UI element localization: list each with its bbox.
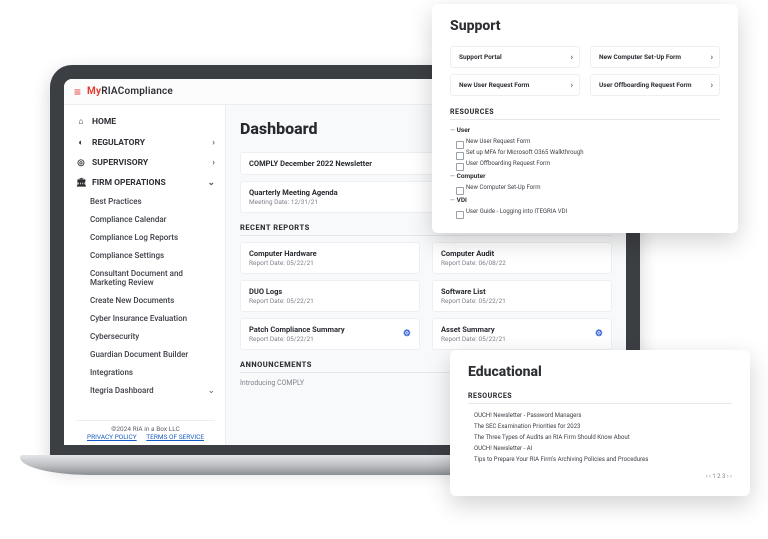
nav-home[interactable]: ⌂ HOME <box>76 111 215 132</box>
nav-firm-operations-label: FIRM OPERATIONS <box>92 178 166 188</box>
report-title: Computer Audit <box>441 249 494 258</box>
tree-item[interactable]: New User Request Form <box>450 136 720 147</box>
report-title: DUO Logs <box>249 287 282 296</box>
sidebar-item[interactable]: Cyber Insurance Evaluation <box>90 310 215 326</box>
report-title: Asset Summary <box>441 325 495 334</box>
educational-panel: Educational RESOURCES OUCH! Newsletter -… <box>450 350 750 496</box>
report-sub: Report Date: 06/08/22 <box>441 259 603 267</box>
newsletter-title: COMPLY December 2022 Newsletter <box>249 159 372 168</box>
sidebar-item[interactable]: Best Practices <box>90 193 215 209</box>
brand-part2: RIA <box>101 86 118 97</box>
meeting-title: Quarterly Meeting Agenda <box>249 188 338 197</box>
report-title: Software List <box>441 287 486 296</box>
home-icon: ⌂ <box>76 116 86 127</box>
sidebar-item[interactable]: Integrations <box>90 364 215 380</box>
resource-link[interactable]: The Three Types of Audits an RIA Firm Sh… <box>468 432 732 443</box>
sidebar-item[interactable]: Cybersecurity <box>90 328 215 344</box>
sidebar-item[interactable]: Compliance Calendar <box>90 211 215 227</box>
sidebar-footer: ©2024 RIA in a Box LLC PRIVACY POLICY TE… <box>76 420 215 441</box>
educational-title: Educational <box>468 364 732 380</box>
nav-home-label: HOME <box>92 117 116 127</box>
report-card[interactable]: Software ListReport Date: 05/22/21 <box>432 280 612 312</box>
brand-part1: My <box>87 86 101 97</box>
brand-logo[interactable]: MyRIACompliance <box>87 86 173 97</box>
building-icon: 🏛 <box>76 178 86 188</box>
privacy-link[interactable]: PRIVACY POLICY <box>87 433 137 441</box>
report-title: Computer Hardware <box>249 249 317 258</box>
chevron-right-icon: › <box>711 53 713 62</box>
support-card-label: Support Portal <box>459 53 502 61</box>
chevron-down-icon: ⌄ <box>207 386 215 396</box>
tree-item[interactable]: New Computer Set-Up Form <box>450 182 720 193</box>
report-sub: Report Date: 05/22/21 <box>441 297 603 305</box>
report-card[interactable]: Patch Compliance SummaryReport Date: 05/… <box>240 318 420 350</box>
brand-part3: Compliance <box>118 86 173 97</box>
chevron-right-icon: › <box>212 158 215 168</box>
sidebar-item[interactable]: Consultant Document and Marketing Review <box>90 265 215 290</box>
support-resources-heading: RESOURCES <box>450 108 720 120</box>
support-card[interactable]: User Offboarding Request Form › <box>590 74 720 96</box>
support-card[interactable]: New Computer Set-Up Form › <box>590 46 720 68</box>
resource-link[interactable]: OUCH! Newsletter - AI <box>468 443 732 454</box>
report-card[interactable]: Computer HardwareReport Date: 05/22/21 <box>240 242 420 274</box>
tree-group-user[interactable]: User <box>450 126 720 134</box>
pager[interactable]: ‹ ‹ 1 2 3 › › <box>468 473 732 480</box>
support-card-label: New Computer Set-Up Form <box>599 53 681 61</box>
report-card[interactable]: Asset SummaryReport Date: 05/22/21⚙ <box>432 318 612 350</box>
resource-link[interactable]: The SEC Examination Priorities for 2023 <box>468 421 732 432</box>
support-panel: Support Support Portal › New Computer Set… <box>432 4 738 233</box>
terms-link[interactable]: TERMS OF SERVICE <box>146 433 204 441</box>
report-card[interactable]: DUO LogsReport Date: 05/22/21 <box>240 280 420 312</box>
sidebar-item-label: Itegria Dashboard <box>90 386 154 395</box>
chevron-right-icon: › <box>212 138 215 148</box>
tree-group-vdi[interactable]: VDI <box>450 196 720 204</box>
sidebar-item[interactable]: Itegria Dashboard ⌄ <box>90 382 215 399</box>
tree-item[interactable]: Set up MFA for Microsoft O365 Walkthroug… <box>450 147 720 158</box>
tree-item[interactable]: User Guide - Logging into ITEGRIA VDI <box>450 206 720 217</box>
support-card[interactable]: Support Portal › <box>450 46 580 68</box>
nav-regulatory-label: REGULATORY <box>92 138 145 148</box>
chevron-right-icon: › <box>571 81 573 90</box>
support-card-label: New User Request Form <box>459 81 529 89</box>
nav-supervisory-label: SUPERVISORY <box>92 158 148 168</box>
support-title: Support <box>450 18 720 34</box>
chevron-right-icon: › <box>711 81 713 90</box>
chevron-right-icon: › <box>571 53 573 62</box>
sidebar-item[interactable]: Compliance Settings <box>90 247 215 263</box>
resource-link[interactable]: Tips to Prepare Your RIA Firm's Archivin… <box>468 454 732 465</box>
nav-supervisory[interactable]: ◎ SUPERVISORY › <box>76 153 215 173</box>
nav-regulatory[interactable]: ◐ REGULATORY › <box>76 132 215 153</box>
report-sub: Report Date: 05/22/21 <box>249 297 411 305</box>
tree-item[interactable]: User Offboarding Request Form <box>450 158 720 169</box>
gear-icon[interactable]: ⚙ <box>403 329 411 339</box>
gear-icon[interactable]: ⚙ <box>595 329 603 339</box>
sidebar-item[interactable]: Compliance Log Reports <box>90 229 215 245</box>
nav-firm-operations[interactable]: 🏛 FIRM OPERATIONS ⌄ <box>76 173 215 193</box>
shield-icon: ◐ <box>76 137 86 148</box>
resource-link[interactable]: OUCH! Newsletter - Password Managers <box>468 410 732 421</box>
sidebar: ⌂ HOME ◐ REGULATORY › ◎ SUPERVISORY › 🏛 FIRM O… <box>64 105 226 445</box>
sidebar-item[interactable]: Guardian Document Builder <box>90 346 215 362</box>
report-title: Patch Compliance Summary <box>249 325 345 334</box>
sidebar-item[interactable]: Create New Documents <box>90 292 215 308</box>
support-card-label: User Offboarding Request Form <box>599 81 692 89</box>
report-sub: Report Date: 05/22/21 <box>441 335 603 343</box>
menu-icon[interactable]: ≡ <box>74 85 81 99</box>
tree-group-computer[interactable]: Computer <box>450 172 720 180</box>
chevron-down-icon: ⌄ <box>207 178 215 188</box>
eye-icon: ◎ <box>76 158 86 168</box>
report-sub: Report Date: 05/22/21 <box>249 335 411 343</box>
support-card[interactable]: New User Request Form › <box>450 74 580 96</box>
report-card[interactable]: Computer AuditReport Date: 06/08/22 <box>432 242 612 274</box>
report-sub: Report Date: 05/22/21 <box>249 259 411 267</box>
copyright-text: ©2024 RIA in a Box LLC <box>76 425 215 433</box>
educational-resources-heading: RESOURCES <box>468 392 732 404</box>
